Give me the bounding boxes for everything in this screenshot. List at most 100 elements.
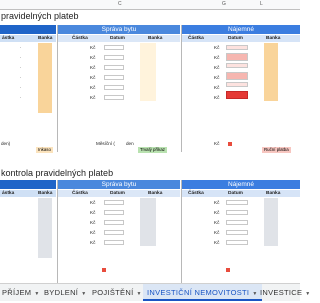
section1-rent-date-4[interactable] <box>226 72 248 80</box>
section2-subheader-banka-1: Banka <box>38 191 53 196</box>
section1-date-cell-2[interactable] <box>104 55 124 60</box>
section1-footer-left-badge[interactable]: Inkaso <box>36 147 53 153</box>
section1-date-cell-3[interactable] <box>104 65 124 70</box>
section2-subheader-castka-3: Částka <box>188 191 204 196</box>
tab-pojisteni-label: POJIŠTĚNÍ <box>92 288 134 297</box>
section2-date-cell-3[interactable] <box>104 220 124 225</box>
section1-rent-date-5[interactable] <box>226 82 248 87</box>
section1-kc-mid-4: Kč <box>90 75 96 80</box>
tab-pojisteni[interactable]: POJIŠTĚNÍ ▼ <box>88 284 146 301</box>
section2-kc-right-2: Kč <box>214 210 220 215</box>
section2-flag-icon-mid <box>102 268 106 272</box>
section2-date-cell-2[interactable] <box>104 210 124 215</box>
section1-group-header-najemne: Nájemné <box>182 25 300 34</box>
section2-kc-mid-3: Kč <box>90 220 96 225</box>
section1-rent-date-3[interactable] <box>226 63 248 68</box>
tab-investice-dropdown-icon[interactable]: ▼ <box>305 291 310 297</box>
section1-subheader-datum-3: Datum <box>228 36 243 41</box>
section2-divider-2 <box>181 180 182 283</box>
section1-kc-mid-3: Kč <box>90 65 96 70</box>
section1-left-mark-1: · <box>20 45 22 50</box>
section1-title: pravidelných plateb <box>1 11 79 21</box>
section1-kc-right-6: Kč <box>214 95 220 100</box>
section2-kc-mid-5: Kč <box>90 240 96 245</box>
section1-footer-left-label: den) <box>1 141 11 146</box>
tab-investice-label: INVESTICE <box>260 288 303 297</box>
section1-footer-mid-suffix: den <box>126 141 134 146</box>
tab-prijem-dropdown-icon[interactable]: ▼ <box>34 291 39 297</box>
tab-prijem[interactable]: PŘÍJEM ▼ <box>0 284 44 301</box>
section2-rent-date-5[interactable] <box>226 240 248 245</box>
section1-rent-date-6[interactable] <box>226 91 248 99</box>
section1-footer-flag-icon <box>228 142 232 146</box>
section1-kc-right-5: Kč <box>214 85 220 90</box>
section1-bank-column-3 <box>264 43 278 101</box>
tab-pojisteni-dropdown-icon[interactable]: ▼ <box>136 291 141 297</box>
section2-date-cell-4[interactable] <box>104 230 124 235</box>
section1-footer-mid-badge[interactable]: Trvalý příkaz <box>138 147 167 153</box>
section1-date-cell-1[interactable] <box>104 45 124 50</box>
section2-subheader-castka-1: ástka <box>2 191 15 196</box>
section2-rent-date-2[interactable] <box>226 210 248 215</box>
section1-subheader-castka-2: Částka <box>72 36 88 41</box>
section1-left-mark-3: · <box>20 65 22 70</box>
section1-bank-column-1 <box>38 43 52 113</box>
section1-footer-mid-label: Měsíční ( <box>96 141 115 146</box>
tab-investice[interactable]: INVESTICE ▼ <box>256 284 315 301</box>
section1-subheader-banka-3: Banka <box>266 36 281 41</box>
section1-group-header-sprava: Správa bytu <box>58 25 180 34</box>
section2-title: kontrola pravidelných plateb <box>1 168 114 178</box>
column-header-row: C G L <box>0 0 300 10</box>
section1-subheader-datum-2: Datum <box>110 36 125 41</box>
section2-kc-mid-4: Kč <box>90 230 96 235</box>
section1-kc-mid-6: Kč <box>90 95 96 100</box>
section2-bank-column-1 <box>38 198 52 258</box>
section2-rent-date-3[interactable] <box>226 220 248 225</box>
tab-investicni-nemovitosti[interactable]: INVESTIČNÍ NEMOVITOSTI ▼ <box>143 284 262 301</box>
section1-kc-mid-1: Kč <box>90 45 96 50</box>
section1-bank-column-2 <box>140 43 156 101</box>
section1-date-cell-6[interactable] <box>104 95 124 100</box>
section2-kc-right-1: Kč <box>214 200 220 205</box>
tab-bydleni-label: BYDLENÍ <box>44 288 79 297</box>
section2-date-cell-5[interactable] <box>104 240 124 245</box>
section1-left-mark-2: · <box>20 55 22 60</box>
section2-bank-column-3 <box>264 198 278 246</box>
section2-bank-column-2 <box>140 198 156 246</box>
section2-subheader-castka-2: Částka <box>72 191 88 196</box>
section2-kc-right-5: Kč <box>214 240 220 245</box>
section1-divider-1 <box>57 25 58 152</box>
section1-kc-mid-5: Kč <box>90 85 96 90</box>
tab-bydleni[interactable]: BYDLENÍ ▼ <box>40 284 90 301</box>
tab-bydleni-dropdown-icon[interactable]: ▼ <box>81 291 86 297</box>
section2-date-cell-1[interactable] <box>104 200 124 205</box>
section1-rent-date-2[interactable] <box>226 53 248 61</box>
section1-left-mark-4: · <box>20 75 22 80</box>
section2-rent-date-1[interactable] <box>226 200 248 205</box>
section2-group-header-1 <box>0 180 56 189</box>
section1-footer-right-badge[interactable]: Ruční platba <box>262 147 291 153</box>
column-header-c[interactable]: C <box>118 1 122 7</box>
section2-kc-mid-2: Kč <box>90 210 96 215</box>
section2-rent-date-4[interactable] <box>226 230 248 235</box>
section1-group-header-1 <box>0 25 56 34</box>
section1-left-mark-5: · <box>20 85 22 90</box>
section1-subheader-castka-1: ástka <box>2 36 15 41</box>
section2-subheader-datum-2: Datum <box>110 191 125 196</box>
section2-group-header-najemne: Nájemné <box>182 180 300 189</box>
section2-subheader-banka-2: Banka <box>148 191 163 196</box>
section2-group-header-sprava: Správa bytu <box>58 180 180 189</box>
section2-flag-icon-right <box>226 268 230 272</box>
section1-kc-right-3: Kč <box>214 65 220 70</box>
column-header-l[interactable]: L <box>260 1 263 7</box>
section1-rent-date-1[interactable] <box>226 45 248 50</box>
sheet-tab-bar: PŘÍJEM ▼ BYDLENÍ ▼ POJIŠTĚNÍ ▼ INVESTIČNÍ N… <box>0 283 310 301</box>
section1-date-cell-4[interactable] <box>104 75 124 80</box>
section1-kc-right-4: Kč <box>214 75 220 80</box>
column-header-g[interactable]: G <box>222 1 226 7</box>
section1-subheader-banka-1: Banka <box>38 36 53 41</box>
tab-investicni-nemovitosti-label: INVESTIČNÍ NEMOVITOSTI <box>147 288 250 297</box>
section1-divider-2 <box>181 25 182 152</box>
section1-date-cell-5[interactable] <box>104 85 124 90</box>
section1-subheader-castka-3: Částka <box>188 36 204 41</box>
